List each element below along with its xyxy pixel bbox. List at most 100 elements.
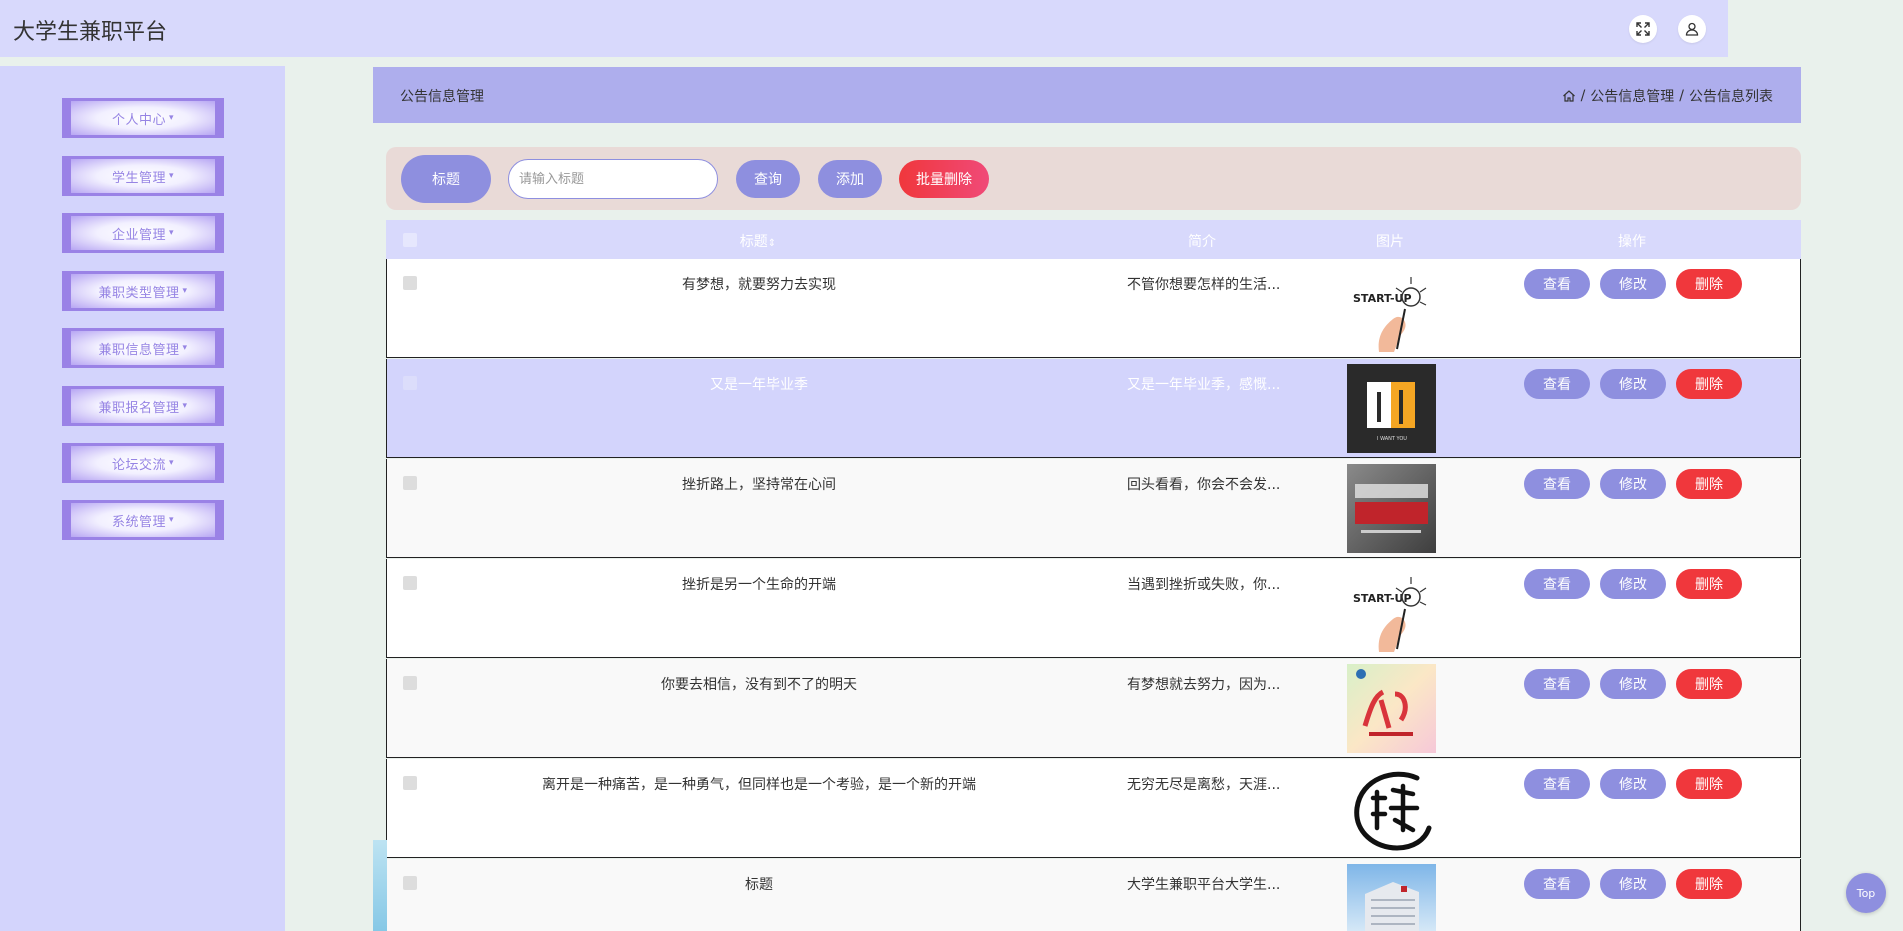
add-button[interactable]: 添加 <box>818 160 882 198</box>
breadcrumb-item-current: 公告信息列表 <box>1689 89 1773 105</box>
row-intro: 当遇到挫折或失败，你... <box>1127 577 1281 593</box>
row-image-poster[interactable] <box>1347 464 1436 553</box>
row-image-jiayou[interactable] <box>1347 664 1436 753</box>
sidebar-item-label: 学生管理 <box>111 170 166 186</box>
row-image-que[interactable]: I WANT YOU <box>1347 364 1436 453</box>
sidebar-item-label: 兼职信息管理 <box>98 342 180 358</box>
chevron-down-icon: ▾ <box>168 458 175 468</box>
table-row: 挫折路上，坚持常在心间 回头看看，你会不会发... 查看 修改 删除 <box>386 459 1801 558</box>
table-row: 离开是一种痛苦，是一种勇气，但同样也是一个考验，是一个新的开端 无穷无尽是离愁，… <box>386 759 1801 858</box>
expand-icon <box>1636 22 1650 36</box>
row-image-calligraphy[interactable] <box>1347 764 1436 853</box>
row-title: 离开是一种痛苦，是一种勇气，但同样也是一个考验，是一个新的开端 <box>542 777 976 793</box>
column-header-intro: 简介 <box>1188 234 1216 250</box>
edit-button[interactable]: 修改 <box>1600 569 1666 599</box>
row-image-building[interactable] <box>1347 864 1436 931</box>
row-checkbox[interactable] <box>403 676 417 690</box>
row-intro: 又是一年毕业季，感慨... <box>1127 377 1281 393</box>
view-button[interactable]: 查看 <box>1524 669 1590 699</box>
row-checkbox[interactable] <box>403 376 417 390</box>
delete-button[interactable]: 删除 <box>1676 669 1742 699</box>
back-to-top-button[interactable]: Top <box>1846 873 1886 913</box>
row-actions: 查看 修改 删除 <box>1524 369 1742 399</box>
row-checkbox[interactable] <box>403 276 417 290</box>
delete-button[interactable]: 删除 <box>1676 869 1742 899</box>
decorative-background <box>373 840 387 931</box>
select-all-checkbox[interactable] <box>403 233 417 247</box>
sidebar-item-forum[interactable]: 论坛交流 ▾ <box>62 443 224 483</box>
row-actions: 查看 修改 删除 <box>1524 569 1742 599</box>
edit-button[interactable]: 修改 <box>1600 369 1666 399</box>
row-title: 挫折是另一个生命的开端 <box>682 577 836 593</box>
view-button[interactable]: 查看 <box>1524 469 1590 499</box>
delete-button[interactable]: 删除 <box>1676 369 1742 399</box>
sidebar-item-label: 兼职报名管理 <box>98 400 180 416</box>
chevron-down-icon: ▾ <box>168 515 175 525</box>
row-intro: 回头看看，你会不会发... <box>1127 477 1281 493</box>
row-checkbox[interactable] <box>403 476 417 490</box>
chevron-down-icon: ▾ <box>168 228 175 238</box>
page-title: 公告信息管理 <box>400 89 484 105</box>
chevron-down-icon: ▾ <box>168 113 175 123</box>
row-intro: 不管你想要怎样的生活... <box>1127 277 1281 293</box>
edit-button[interactable]: 修改 <box>1600 869 1666 899</box>
sort-icon[interactable]: ⇕ <box>768 238 776 249</box>
app-title: 大学生兼职平台 <box>13 20 168 45</box>
row-checkbox[interactable] <box>403 576 417 590</box>
edit-button[interactable]: 修改 <box>1600 269 1666 299</box>
row-checkbox[interactable] <box>403 776 417 790</box>
breadcrumb-separator: / <box>1580 88 1586 104</box>
fullscreen-button[interactable] <box>1629 15 1657 43</box>
view-button[interactable]: 查看 <box>1524 769 1590 799</box>
row-intro: 有梦想就去努力，因为... <box>1127 677 1281 693</box>
edit-button[interactable]: 修改 <box>1600 669 1666 699</box>
svg-text:I WANT YOU: I WANT YOU <box>1377 436 1407 442</box>
sidebar-item-label: 系统管理 <box>111 514 166 530</box>
chevron-down-icon: ▾ <box>182 401 188 411</box>
chevron-down-icon: ▾ <box>168 171 175 181</box>
edit-button[interactable]: 修改 <box>1600 469 1666 499</box>
view-button[interactable]: 查看 <box>1524 269 1590 299</box>
delete-button[interactable]: 删除 <box>1676 569 1742 599</box>
sidebar-item-label: 个人中心 <box>111 112 166 128</box>
table-row: 有梦想，就要努力去实现 不管你想要怎样的生活... START-UP 查看 修改… <box>386 259 1801 358</box>
delete-button[interactable]: 删除 <box>1676 469 1742 499</box>
row-image-startup[interactable]: START-UP <box>1347 564 1436 653</box>
row-actions: 查看 修改 删除 <box>1524 469 1742 499</box>
chevron-down-icon: ▾ <box>182 286 188 296</box>
column-header-title[interactable]: 标题⇕ <box>740 231 776 251</box>
query-button[interactable]: 查询 <box>736 160 800 198</box>
delete-button[interactable]: 删除 <box>1676 269 1742 299</box>
sidebar-item-label: 企业管理 <box>111 227 166 243</box>
row-title: 你要去相信，没有到不了的明天 <box>661 677 857 693</box>
user-icon <box>1685 22 1699 36</box>
sidebar-item-student-management[interactable]: 学生管理 ▾ <box>62 156 224 196</box>
sidebar-item-application-management[interactable]: 兼职报名管理 ▾ <box>62 386 224 426</box>
batch-delete-button[interactable]: 批量删除 <box>899 160 989 198</box>
chevron-down-icon: ▾ <box>182 343 188 353</box>
column-header-image: 图片 <box>1376 234 1404 250</box>
user-menu-button[interactable] <box>1678 15 1706 43</box>
breadcrumb-item[interactable]: 公告信息管理 <box>1590 86 1674 106</box>
row-image-startup[interactable]: START-UP <box>1347 264 1436 353</box>
view-button[interactable]: 查看 <box>1524 369 1590 399</box>
breadcrumb-bar: 公告信息管理 / 公告信息管理 / 公告信息列表 <box>373 67 1801 123</box>
edit-button[interactable]: 修改 <box>1600 769 1666 799</box>
search-input[interactable] <box>508 159 718 199</box>
table-row: 标题 大学生兼职平台大学生... 查看 修改 删除 <box>386 859 1801 931</box>
sidebar-item-company-management[interactable]: 企业管理 ▾ <box>62 213 224 253</box>
sidebar-item-personal-center[interactable]: 个人中心 ▾ <box>62 98 224 138</box>
sidebar-item-job-type-management[interactable]: 兼职类型管理 ▾ <box>62 271 224 311</box>
table-row: 你要去相信，没有到不了的明天 有梦想就去努力，因为... 查看 修改 删除 <box>386 659 1801 758</box>
row-actions: 查看 修改 删除 <box>1524 769 1742 799</box>
view-button[interactable]: 查看 <box>1524 569 1590 599</box>
home-icon[interactable] <box>1562 89 1576 103</box>
sidebar-item-job-info-management[interactable]: 兼职信息管理 ▾ <box>62 328 224 368</box>
table-header: 标题⇕ 简介 图片 操作 <box>386 220 1801 259</box>
row-checkbox[interactable] <box>403 876 417 890</box>
delete-button[interactable]: 删除 <box>1676 769 1742 799</box>
sidebar-item-system-management[interactable]: 系统管理 ▾ <box>62 500 224 540</box>
row-actions: 查看 修改 删除 <box>1524 269 1742 299</box>
top-header: 大学生兼职平台 <box>0 0 1728 57</box>
view-button[interactable]: 查看 <box>1524 869 1590 899</box>
